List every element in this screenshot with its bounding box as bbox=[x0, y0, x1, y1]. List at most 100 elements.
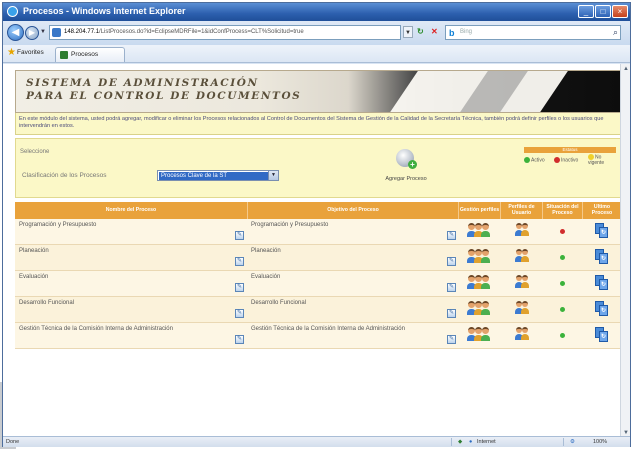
protected-mode-icon[interactable]: ⚙ bbox=[570, 439, 575, 445]
process-objective-cell: Planeación bbox=[251, 248, 281, 254]
page-icon bbox=[52, 28, 61, 37]
table-row: Programación y Presupuesto ✎ Programación … bbox=[15, 219, 621, 245]
favorites-star-icon[interactable]: ★ bbox=[7, 47, 16, 58]
edit-icon[interactable]: ✎ bbox=[447, 283, 456, 292]
user-group-icon[interactable] bbox=[467, 301, 490, 317]
legend-not-current: No vigente bbox=[588, 154, 605, 167]
security-icon: ◆ bbox=[458, 439, 463, 445]
minimize-button[interactable]: _ bbox=[578, 5, 594, 18]
search-input[interactable]: b Bing ⌕ bbox=[445, 25, 621, 40]
title-bar: Procesos - Windows Internet Explorer _ □… bbox=[3, 3, 630, 21]
col-perfiles-usuario: Perfiles de Usuario bbox=[501, 202, 543, 219]
scroll-up-icon[interactable]: ▲ bbox=[622, 65, 630, 73]
select-label: Seleccione bbox=[20, 149, 50, 155]
page-content: SISTEMA DE ADMINISTRACIÓN PARA EL CONTRO… bbox=[3, 64, 630, 438]
app-banner: SISTEMA DE ADMINISTRACIÓN PARA EL CONTRO… bbox=[15, 70, 621, 113]
document-icon[interactable]: ↻ bbox=[595, 301, 609, 317]
users-icon[interactable] bbox=[515, 249, 529, 263]
favorites-label[interactable]: Favorites bbox=[17, 49, 44, 56]
clasificacion-selected-value: Procesos Clave de la ST bbox=[159, 172, 269, 180]
table-row: Evaluación ✎ Evaluación ✎ ↻ bbox=[15, 271, 621, 297]
clasificacion-label: Clasificación de los Procesos bbox=[22, 172, 107, 179]
document-icon[interactable]: ↻ bbox=[595, 327, 609, 343]
zoom-level[interactable]: 100% bbox=[593, 439, 607, 445]
status-dot-icon bbox=[560, 281, 565, 286]
add-icon: + bbox=[408, 160, 417, 169]
user-group-icon[interactable] bbox=[467, 275, 490, 291]
close-button[interactable]: × bbox=[612, 5, 628, 18]
col-gestion-perfiles: Gestión perfiles bbox=[459, 202, 501, 219]
clasificacion-select[interactable]: Procesos Clave de la ST ▼ bbox=[157, 170, 279, 181]
edit-icon[interactable]: ✎ bbox=[447, 309, 456, 318]
chevron-down-icon[interactable]: ▼ bbox=[268, 171, 278, 180]
process-objective-cell: Desarrollo Funcional bbox=[251, 300, 307, 306]
edit-icon[interactable]: ✎ bbox=[447, 231, 456, 240]
legend-active: Activo bbox=[524, 157, 545, 163]
process-objective-cell: Evaluación bbox=[251, 274, 281, 280]
tab-label: Procesos bbox=[71, 51, 99, 58]
favorites-bar: ★ Favorites Procesos bbox=[3, 45, 630, 63]
status-legend: Estatus Activo Inactivo No vigente bbox=[524, 147, 616, 169]
process-objective-cell: Programación y Presupuesto bbox=[251, 222, 329, 228]
document-icon[interactable]: ↻ bbox=[595, 249, 609, 265]
tab-procesos[interactable]: Procesos bbox=[55, 47, 125, 62]
banner-title: SISTEMA DE ADMINISTRACIÓN PARA EL CONTRO… bbox=[26, 77, 301, 103]
col-situacion: Situación del Proceso bbox=[543, 202, 583, 219]
legend-inactive: Inactivo bbox=[554, 157, 578, 163]
tab-page-icon bbox=[60, 51, 68, 59]
navigation-bar: ◀ ▶ ▼ 148.204.77.1/ListProcesos.do?id=Ec… bbox=[3, 21, 630, 45]
user-group-icon[interactable] bbox=[467, 223, 490, 239]
search-icon[interactable]: ⌕ bbox=[613, 27, 618, 38]
table-row: Desarrollo Funcional ✎ Desarrollo Funciona… bbox=[15, 297, 621, 323]
process-name-cell: Desarrollo Funcional bbox=[19, 300, 75, 306]
edit-icon[interactable]: ✎ bbox=[235, 283, 244, 292]
users-icon[interactable] bbox=[515, 327, 529, 341]
zone-label: Internet bbox=[477, 439, 496, 445]
banner-title-line2: PARA EL CONTROL DE DOCUMENTOS bbox=[26, 90, 302, 102]
user-group-icon[interactable] bbox=[467, 249, 490, 265]
refresh-icon[interactable]: ↻ bbox=[417, 26, 424, 38]
status-separator bbox=[451, 438, 452, 446]
edit-icon[interactable]: ✎ bbox=[235, 335, 244, 344]
red-dot-icon bbox=[554, 157, 560, 163]
address-dropdown-button[interactable]: ▼ bbox=[403, 26, 413, 38]
green-dot-icon bbox=[524, 157, 530, 163]
back-button[interactable]: ◀ bbox=[7, 24, 24, 41]
process-objective-cell: Gestión Técnica de la Comisión Interna d… bbox=[251, 326, 405, 332]
process-name-cell: Gestión Técnica de la Comisión Interna d… bbox=[19, 326, 173, 332]
col-nombre: Nombre del Proceso bbox=[15, 202, 248, 219]
edit-icon[interactable]: ✎ bbox=[447, 257, 456, 266]
status-dot-icon bbox=[560, 307, 565, 312]
status-text: Done bbox=[6, 439, 20, 445]
user-group-icon[interactable] bbox=[467, 327, 490, 343]
status-bar: Done ◆ ● Internet ⚙ 100% bbox=[3, 436, 630, 447]
address-input[interactable]: 148.204.77.1/ListProcesos.do?id=EclipseM… bbox=[49, 25, 401, 40]
forward-button[interactable]: ▶ bbox=[25, 26, 39, 40]
users-icon[interactable] bbox=[515, 301, 529, 315]
stop-icon[interactable]: ✕ bbox=[431, 26, 438, 38]
document-icon[interactable]: ↻ bbox=[595, 275, 609, 291]
status-dot-icon bbox=[560, 333, 565, 338]
document-icon[interactable]: ↻ bbox=[595, 223, 609, 239]
window-controls: _ □ × bbox=[578, 5, 628, 18]
maximize-button[interactable]: □ bbox=[595, 5, 611, 18]
edit-icon[interactable]: ✎ bbox=[235, 257, 244, 266]
status-legend-title: Estatus bbox=[524, 147, 616, 153]
edit-icon[interactable]: ✎ bbox=[235, 231, 244, 240]
history-dropdown-icon[interactable]: ▼ bbox=[40, 29, 46, 35]
vertical-scrollbar[interactable]: ▲ ▼ bbox=[620, 64, 630, 438]
globe-zone-icon: ● bbox=[469, 439, 473, 445]
process-name-cell: Evaluación bbox=[19, 274, 49, 280]
table-header: Nombre del Proceso Objetivo del Proceso … bbox=[15, 202, 621, 219]
edit-icon[interactable]: ✎ bbox=[235, 309, 244, 318]
intro-text: En este módulo del sistema, usted podrá … bbox=[19, 116, 604, 129]
users-icon[interactable] bbox=[515, 275, 529, 289]
table-row: Planeación ✎ Planeación ✎ ↻ bbox=[15, 245, 621, 271]
yellow-dot-icon bbox=[588, 154, 594, 160]
edit-icon[interactable]: ✎ bbox=[447, 335, 456, 344]
status-dot-icon bbox=[560, 255, 565, 260]
address-url: 148.204.77.1/ListProcesos.do?id=EclipseM… bbox=[64, 29, 304, 35]
users-icon[interactable] bbox=[515, 223, 529, 237]
filter-panel: Seleccione Clasificación de los Procesos… bbox=[15, 138, 621, 198]
add-process-button[interactable]: + Agregar Proceso bbox=[384, 147, 427, 191]
